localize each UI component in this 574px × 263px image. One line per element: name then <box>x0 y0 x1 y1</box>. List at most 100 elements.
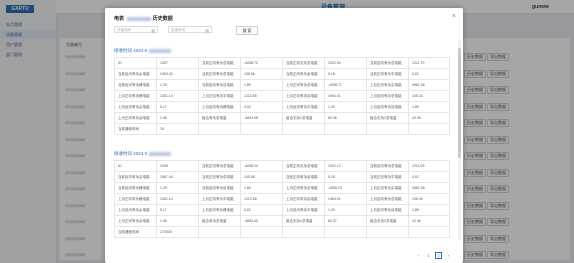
field-label: 上月反向有功峰电能 <box>199 102 241 113</box>
history-dialog: 电表 历史数据 × 开始时间 ▦ 结束时间 ▦ 搜 索 接收时间 2024-0 I… <box>105 8 463 263</box>
field-label: 组合无功1总电量 <box>283 216 325 227</box>
field-value: 1.89 <box>241 80 283 91</box>
prev-page-button[interactable]: ‹ <box>415 252 422 259</box>
field-label: 上月反向有功尖电能 <box>115 205 157 216</box>
start-date-placeholder: 开始时间 <box>117 28 131 32</box>
dialog-title-suffix: 历史数据 <box>152 16 173 22</box>
field-label: 上月正向有功峰电能 <box>115 194 157 205</box>
field-value: 1002.94 <box>325 58 367 69</box>
field-value <box>325 227 367 238</box>
field-value: -3693.98 <box>241 113 283 124</box>
field-label: 当前反向有功尖电能 <box>115 172 157 183</box>
field-value: 0.02 <box>241 102 283 113</box>
field-label: 当前反向有功谷电能 <box>199 80 241 91</box>
vertical-scrollbar[interactable] <box>458 40 461 240</box>
field-value: 1213.56 <box>241 194 283 205</box>
field-label: 上月正向有功总电能 <box>283 80 325 91</box>
field-value: 4561.36 <box>409 80 450 91</box>
receive-time-label: 接收时间 2024-0 <box>114 48 148 53</box>
field-label: 上月反向有功总电能 <box>367 194 409 205</box>
field-value: 1211.79 <box>409 58 450 69</box>
page-number[interactable]: 1 <box>425 252 432 259</box>
field-label: 组合有功总电量 <box>199 216 241 227</box>
field-value: 105.56 <box>241 172 283 183</box>
field-label: 当前通信时间 <box>115 227 157 238</box>
field-value: 105.34 <box>409 91 450 102</box>
field-label <box>367 124 409 135</box>
field-value: 1301.14 <box>157 194 199 205</box>
field-label: 当前反向有功峰电能 <box>115 80 157 91</box>
field-label: 上月正向有功谷电能 <box>283 91 325 102</box>
records-scroll-area[interactable]: 接收时间 2024-0 ID 1307 当前正向有功总电能 -4098.72 当前正向无功… <box>105 38 457 243</box>
field-label: 当前正向有功谷电能 <box>283 69 325 80</box>
field-value: 0.02 <box>241 205 283 216</box>
record-row: ID 2545 当前正向有功总电能 -4098.24 当前正向无功总电能 1002.12 当… <box>115 161 450 172</box>
close-icon[interactable]: × <box>452 13 456 20</box>
field-value: 1.29 <box>325 205 367 216</box>
record-row: 当前反向有功峰电能 1.29 当前反向有功谷电能 1.89 上月正向有功总电能 -4098… <box>115 183 450 194</box>
field-label: 当前正向有功总电能 <box>199 69 241 80</box>
field-label: 上月反向有功谷电能 <box>367 205 409 216</box>
field-label: 上月正向有功谷电能 <box>115 113 157 124</box>
redacted-timestamp <box>149 151 172 156</box>
record-receive-time: 接收时间 2024-0 <box>114 151 172 157</box>
field-label: ID <box>115 161 157 172</box>
field-label: 上月正向有功谷电能 <box>115 216 157 227</box>
field-value: 2545 <box>157 161 199 172</box>
field-value: 1.29 <box>157 183 199 194</box>
field-value: 0.02 <box>409 69 450 80</box>
field-label: 上月正向有功平电能 <box>199 194 241 205</box>
field-value: 5.18 <box>325 172 367 183</box>
next-page-button[interactable]: › <box>445 252 452 259</box>
field-label: 当前正向有功平电能 <box>367 172 409 183</box>
field-label: 上月正向有功总电能 <box>283 183 325 194</box>
end-date-input[interactable]: 结束时间 ▦ <box>168 26 212 33</box>
field-label: 当前正向无功总电能 <box>283 161 325 172</box>
record-row: ID 1307 当前正向有功总电能 -4098.72 当前正向无功总电能 1002.94 当… <box>115 58 450 69</box>
field-value <box>409 124 450 135</box>
record-row: 当前反向有功峰电能 1.29 当前反向有功谷电能 1.89 上月正向有功总电能 -4098… <box>115 80 450 91</box>
field-label <box>283 227 325 238</box>
field-label: 当前反向有功总电能 <box>367 58 409 69</box>
field-value: 173000 <box>157 227 199 238</box>
start-date-input[interactable]: 开始时间 ▦ <box>114 26 158 33</box>
record-row: 上月反向有功尖电能 5.17 上月反向有功峰电能 0.02 上月反向有功平电能 1.29 上… <box>115 102 450 113</box>
redacted-meter-name <box>127 16 152 21</box>
field-value <box>409 227 450 238</box>
field-value: 4561.36 <box>409 183 450 194</box>
record-row: 上月正向有功谷电能 1.96 组合有功总电量 -3693.98 组合无功1总电量 60.3… <box>115 113 450 124</box>
field-value: 1.89 <box>409 102 450 113</box>
calendar-icon: ▦ <box>205 28 209 33</box>
field-label: 组合无功1总电量 <box>283 113 325 124</box>
field-value: -4098.23 <box>325 183 367 194</box>
record-table: ID 1307 当前正向有功总电能 -4098.72 当前正向无功总电能 1002.94 当… <box>114 57 450 135</box>
field-label: 组合无功2总电量 <box>367 216 409 227</box>
field-label: 当前正向有功平电能 <box>367 69 409 80</box>
field-label: 当前正向有功总电能 <box>199 161 241 172</box>
record-row: 上月正向有功峰电能 1301.14 上月正向有功平电能 1213.56 上月正向有功谷电… <box>115 194 450 205</box>
field-value: 1002.12 <box>325 161 367 172</box>
search-button[interactable]: 搜 索 <box>236 26 258 35</box>
field-label: 上月正向有功尖电能 <box>367 183 409 194</box>
field-label: 当前正向无功总电能 <box>283 58 325 69</box>
calendar-icon: ▦ <box>151 28 155 33</box>
field-label: 当前反向有功峰电能 <box>115 183 157 194</box>
field-label: 上月反向有功平电能 <box>283 205 325 216</box>
field-value: 5.18 <box>325 69 367 80</box>
receive-time-label: 接收时间 2024-0 <box>114 151 148 156</box>
field-value: -4098.72 <box>241 58 283 69</box>
field-label: ID <box>115 58 157 69</box>
field-value: 0.02 <box>409 172 450 183</box>
field-value: 105.56 <box>241 69 283 80</box>
redacted-timestamp <box>149 48 172 53</box>
field-value: 1.29 <box>325 102 367 113</box>
record-row: 上月反向有功尖电能 5.17 上月反向有功峰电能 0.02 上月反向有功平电能 1.29 上… <box>115 205 450 216</box>
field-label: 上月正向有功尖电能 <box>367 80 409 91</box>
field-label: 上月反向有功峰电能 <box>199 205 241 216</box>
field-value: -4098.71 <box>325 80 367 91</box>
page-number[interactable]: 2 <box>435 252 442 259</box>
field-value: 42.46 <box>409 216 450 227</box>
field-label: 上月正向有功峰电能 <box>115 91 157 102</box>
field-label: 上月正向有功谷电能 <box>283 194 325 205</box>
scrollbar-thumb[interactable] <box>458 48 461 158</box>
